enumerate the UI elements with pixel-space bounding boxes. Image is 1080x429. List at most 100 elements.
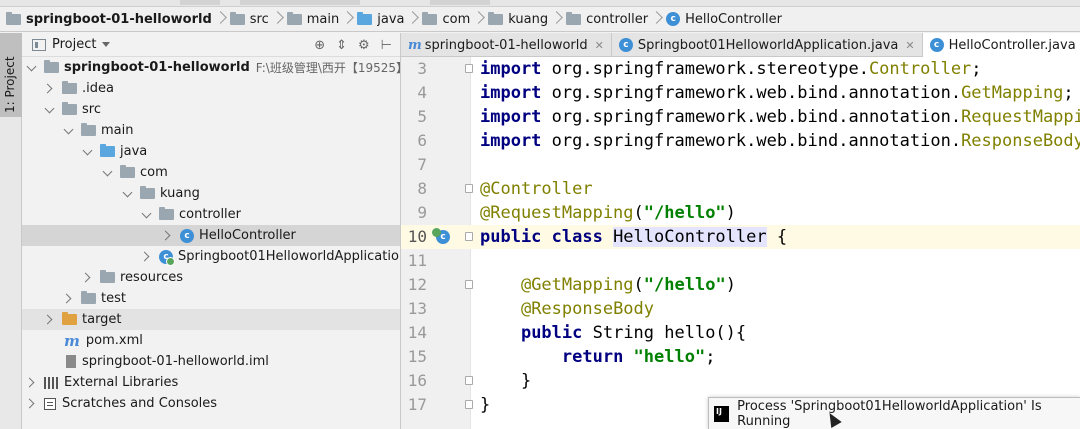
breadcrumb-item[interactable]: c HelloController [660,7,786,32]
code-line[interactable]: 8 @Controller [401,177,1080,201]
code-line[interactable]: 14 public String hello(){ [401,321,1080,345]
tree-item[interactable]: src [22,99,400,120]
code-line[interactable]: 3 import org.springframework.stereotype.C… [401,57,1080,81]
line-number[interactable]: 4 [401,81,427,105]
tree-item[interactable]: com [22,162,400,183]
tree-item[interactable]: controller [22,204,400,225]
project-tool-window-button[interactable]: 1: Project [0,33,22,117]
globe-icon[interactable]: ⊕ [314,38,325,53]
line-number[interactable]: 10 [401,225,427,249]
tree-item[interactable]: c Springboot01HelloworldApplication [22,246,400,267]
tree-item[interactable]: target [22,309,400,330]
tree-item[interactable]: m pom.xml [22,330,400,351]
tree-item[interactable]: kuang [22,183,400,204]
line-number[interactable]: 14 [401,321,427,345]
fold-marker-icon[interactable] [465,376,473,385]
fold-marker-icon[interactable] [465,184,473,193]
expand-arrow-icon[interactable] [82,141,94,162]
fold-marker-icon[interactable] [465,64,473,73]
expand-arrow-icon[interactable] [44,309,56,330]
tree-item[interactable]: External Libraries [22,372,400,393]
tree-item[interactable]: java [22,141,400,162]
breadcrumb-item[interactable]: springboot-01-helloworld [0,7,216,32]
tree-item[interactable]: test [22,288,400,309]
tab-application[interactable]: c Springboot01HelloworldApplication.java… [612,33,923,57]
expand-arrow-icon[interactable] [122,183,134,204]
close-icon[interactable]: ✕ [595,39,604,52]
line-number[interactable]: 3 [401,57,427,81]
breadcrumb-item[interactable]: com [416,7,474,32]
hide-icon[interactable]: ⊢ [381,38,392,53]
expand-arrow-icon[interactable] [82,267,94,288]
breadcrumb-item[interactable]: controller [560,7,652,32]
line-number[interactable]: 15 [401,345,427,369]
code-line[interactable]: 15 return "hello"; [401,345,1080,369]
class-icon: c [666,12,681,26]
gear-icon[interactable]: ⚙ [358,38,370,53]
expand-arrow-icon[interactable] [141,204,153,225]
expand-arrow-icon[interactable] [26,57,38,78]
line-number[interactable]: 13 [401,297,427,321]
tree-item-label: HelloController [199,228,296,243]
expand-arrow-icon[interactable] [63,288,75,309]
tab-hello-controller[interactable]: c HelloController.java ✕ [922,33,1080,57]
project-panel-title[interactable]: Project [52,37,96,52]
breadcrumb-item[interactable]: src [224,7,273,32]
line-number[interactable]: 17 [401,393,427,417]
expand-arrow-icon[interactable] [63,120,75,141]
maven-icon: m [408,37,422,53]
expand-arrow-icon[interactable] [141,246,153,267]
line-number[interactable]: 11 [401,249,427,273]
fold-marker-icon[interactable] [465,400,473,409]
code-line[interactable]: 7 [401,153,1080,177]
line-number[interactable]: 6 [401,129,427,153]
line-number[interactable]: 7 [401,153,427,177]
module-file-icon [66,355,76,368]
fold-marker-icon[interactable] [465,232,473,241]
code-line[interactable]: 4 import org.springframework.web.bind.ann… [401,81,1080,105]
spring-bean-gutter-icon[interactable]: c [432,228,450,246]
tree-item[interactable]: springboot-01-helloworld.iml [22,351,400,372]
tree-item[interactable]: .idea [22,78,400,99]
line-number[interactable]: 16 [401,369,427,393]
code-line[interactable]: 11 [401,249,1080,273]
tree-item-label: Scratches and Consoles [62,396,218,411]
class-icon: c [929,38,944,52]
expand-arrow-icon[interactable] [26,372,38,393]
chevron-down-icon[interactable] [102,42,111,47]
tab-pom[interactable]: m springboot-01-helloworld ✕ [401,33,612,57]
tree-item[interactable]: Scratches and Consoles [22,393,400,414]
code-line[interactable]: 10 c public class HelloController { [401,225,1080,249]
breadcrumb-item[interactable]: main [281,7,343,32]
expand-arrow-icon[interactable] [102,162,114,183]
breadcrumb-label: com [442,11,471,27]
code-line[interactable]: 12 @GetMapping("/hello") [401,273,1080,297]
line-number[interactable]: 12 [401,273,427,297]
tree-item-selected[interactable]: c HelloController [22,225,400,246]
line-number[interactable]: 8 [401,177,427,201]
code-line[interactable]: 5 import org.springframework.web.bind.ann… [401,105,1080,129]
code-line[interactable]: 16 } [401,369,1080,393]
fold-marker-icon[interactable] [465,280,473,289]
code-line[interactable]: 13 @ResponseBody [401,297,1080,321]
tree-item[interactable]: main [22,120,400,141]
close-icon[interactable]: ✕ [905,39,914,52]
run-notification[interactable]: Process 'Springboot01HelloworldApplicati… [708,397,1080,429]
expand-arrow-icon[interactable] [26,393,38,414]
code-editor[interactable]: 3 import org.springframework.stereotype.C… [401,57,1080,429]
code-line[interactable]: 6 import org.springframework.web.bind.ann… [401,129,1080,153]
expand-arrow-icon[interactable] [44,99,56,120]
expand-arrow-icon[interactable] [44,78,56,99]
tree-item-label: target [82,312,122,327]
line-number[interactable]: 9 [401,201,427,225]
tree-item[interactable]: springboot-01-helloworld F:\班级管理\西开【1952… [22,57,400,78]
expand-arrow-icon[interactable] [162,225,174,246]
collapse-icon[interactable]: ⇕ [336,38,347,53]
breadcrumb-item[interactable]: java [351,7,408,32]
line-number[interactable]: 5 [401,105,427,129]
breadcrumb-item[interactable]: kuang [482,7,552,32]
folder-icon [566,11,582,25]
tree-item[interactable]: resources [22,267,400,288]
code-line[interactable]: 9 @RequestMapping("/hello") [401,201,1080,225]
intellij-icon [714,405,730,422]
